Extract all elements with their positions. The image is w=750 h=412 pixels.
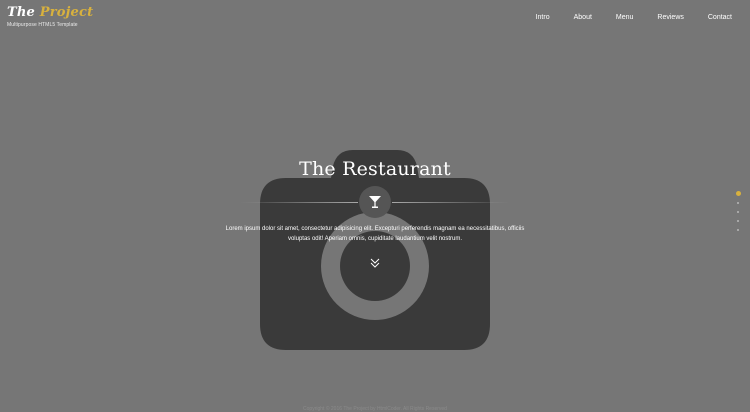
side-nav-dot-2[interactable] — [737, 202, 739, 204]
side-nav-dot-4[interactable] — [737, 220, 739, 222]
logo-title: The Project — [7, 6, 93, 20]
logo-title-the: The — [7, 5, 35, 20]
cocktail-glass-icon — [359, 186, 391, 218]
nav-item-intro[interactable]: Intro — [536, 14, 550, 21]
hero-divider-left — [240, 202, 358, 203]
logo[interactable]: The Project Multipurpose HTML5 Template — [7, 6, 93, 29]
side-nav-dots — [734, 191, 742, 238]
side-nav-dot-1[interactable] — [735, 191, 741, 196]
side-nav-dot-3[interactable] — [737, 211, 739, 213]
hero-divider-right — [392, 202, 510, 203]
nav-item-reviews[interactable]: Reviews — [657, 14, 683, 21]
hero-description: Lorem ipsum dolor sit amet, consectetur … — [225, 226, 525, 242]
nav-item-menu[interactable]: Menu — [616, 14, 634, 21]
logo-tagline: Multipurpose HTML5 Template — [7, 22, 78, 28]
main-navigation: Intro About Menu Reviews Contact — [536, 14, 732, 21]
footer-copyright: Copyright © 2016 The Project by HtmlCode… — [303, 406, 447, 412]
double-chevron-down-icon[interactable] — [367, 256, 383, 270]
hero-title: The Restaurant — [299, 158, 451, 180]
side-nav-dot-5[interactable] — [737, 229, 739, 231]
nav-item-about[interactable]: About — [574, 14, 592, 21]
nav-item-contact[interactable]: Contact — [708, 14, 732, 21]
logo-title-project: Project — [39, 5, 94, 20]
